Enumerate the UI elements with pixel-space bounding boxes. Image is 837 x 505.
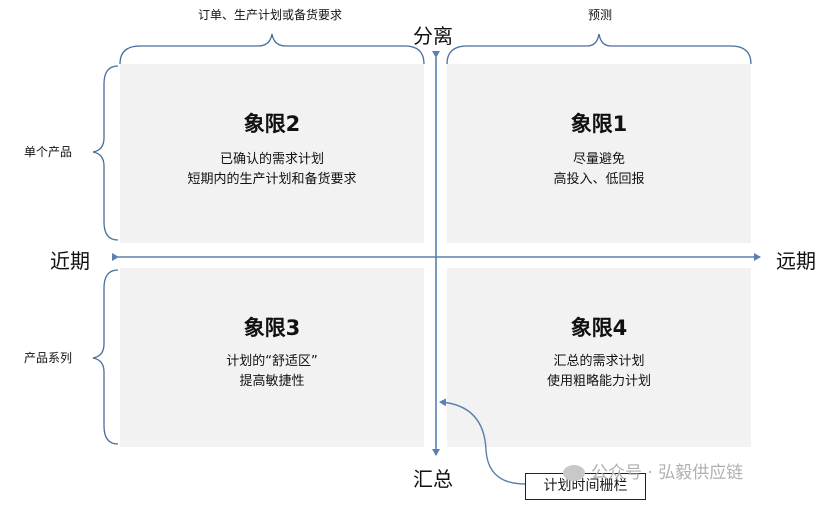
left-brace-lower	[92, 269, 119, 445]
left-brace-upper	[92, 65, 119, 241]
watermark-text: 公众号 · 弘毅供应链	[591, 463, 744, 483]
watermark: 公众号 · 弘毅供应链	[563, 458, 823, 488]
top-right-brace	[446, 33, 752, 65]
axis-label-right: 远期	[776, 249, 816, 273]
axis-label-left: 近期	[50, 249, 90, 273]
side-label-upper: 单个产品	[24, 145, 73, 159]
top-left-brace	[119, 33, 425, 65]
top-left-label: 订单、生产计划或备货要求	[197, 8, 342, 22]
top-right-label: 预测	[587, 8, 612, 22]
axis-label-top: 分离	[413, 24, 453, 48]
side-label-lower: 产品系列	[24, 351, 73, 365]
axis-label-bottom: 汇总	[413, 467, 453, 491]
wechat-icon	[563, 465, 585, 481]
diagram-lines	[92, 33, 761, 485]
